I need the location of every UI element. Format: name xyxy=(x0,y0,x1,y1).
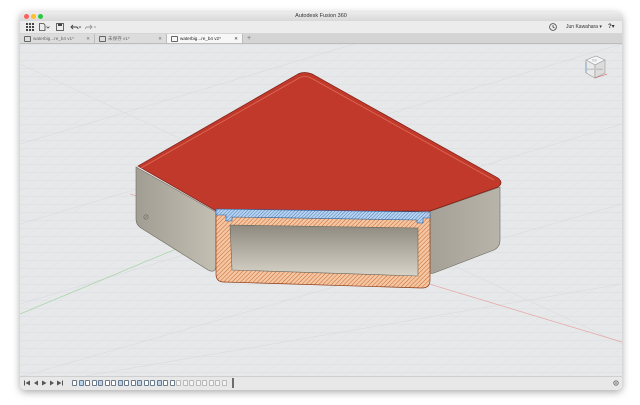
zoom-window-button[interactable] xyxy=(38,14,43,19)
step-forward-icon[interactable] xyxy=(49,380,55,386)
tab-document-2[interactable]: 未保存 v1* ✕ xyxy=(95,34,167,43)
step-back-icon[interactable] xyxy=(33,380,39,386)
timeline-feature-plane[interactable] xyxy=(208,380,214,386)
timeline-feature-plane[interactable] xyxy=(176,380,181,386)
tab-close-icon[interactable]: ✕ xyxy=(234,34,238,43)
skip-back-icon[interactable] xyxy=(24,380,30,386)
tab-document-1[interactable]: waterbig...re_b4 v1* ✕ xyxy=(20,34,95,43)
main-toolbar: Jun Kawahara ▾ ?▾ xyxy=(20,21,622,34)
view-cube-front-label[interactable]: FRONT xyxy=(587,69,595,71)
tab-close-icon[interactable]: ✕ xyxy=(158,34,162,43)
tab-close-icon[interactable]: ✕ xyxy=(86,34,90,43)
minimize-window-button[interactable] xyxy=(31,14,36,19)
document-icon xyxy=(24,35,31,42)
timeline-feature-extrude[interactable] xyxy=(111,380,116,386)
canvas-viewport[interactable]: TOP FRONT RIGHT xyxy=(20,44,622,377)
tab-label: 未保存 v1* xyxy=(108,36,130,41)
timeline-bar xyxy=(20,376,622,390)
timeline-feature-extrude[interactable] xyxy=(130,380,136,386)
document-icon xyxy=(99,35,106,42)
timeline-feature-plane[interactable] xyxy=(195,380,201,386)
job-status-button[interactable] xyxy=(549,23,557,31)
document-icon xyxy=(171,35,178,42)
save-icon xyxy=(56,23,64,31)
timeline-feature-fillet[interactable] xyxy=(98,380,103,386)
timeline-marker[interactable] xyxy=(232,378,234,388)
title-bar: Autodesk Fusion 360 xyxy=(20,12,622,21)
timeline-feature-plane[interactable] xyxy=(202,380,207,386)
help-menu[interactable]: ?▾ xyxy=(608,23,615,31)
section-cavity xyxy=(229,224,419,277)
tab-label: waterbig...re_b4 v2* xyxy=(180,36,221,41)
timeline-settings-gear-icon[interactable] xyxy=(613,380,619,386)
save-button[interactable] xyxy=(56,23,64,31)
app-title: Autodesk Fusion 360 xyxy=(295,13,347,19)
timeline-feature-sketch[interactable] xyxy=(72,380,77,386)
timeline-feature-plane[interactable] xyxy=(215,380,220,386)
timeline-feature-sketch[interactable] xyxy=(85,380,90,386)
tab-document-3[interactable]: waterbig...re_b4 v2* ✕ xyxy=(167,34,243,43)
file-icon xyxy=(39,23,50,31)
redo-icon xyxy=(85,24,97,30)
close-window-button[interactable] xyxy=(24,14,29,19)
timeline-feature-plane[interactable] xyxy=(182,380,188,386)
redo-button[interactable] xyxy=(85,23,97,31)
model-canvas[interactable]: TOP FRONT RIGHT xyxy=(20,44,622,377)
tab-label: waterbig...re_b4 v1* xyxy=(33,36,74,41)
timeline-feature-plane[interactable] xyxy=(189,380,194,386)
timeline-feature-sketch[interactable] xyxy=(150,380,155,386)
view-cube-right-label[interactable]: RIGHT xyxy=(597,69,604,71)
skip-forward-icon[interactable] xyxy=(57,380,63,386)
grid-icon xyxy=(26,23,34,31)
undo-button[interactable] xyxy=(70,23,82,31)
new-tab-button[interactable]: + xyxy=(247,34,251,43)
file-menu-button[interactable] xyxy=(39,23,50,31)
undo-icon xyxy=(70,24,82,30)
view-cube-top-label[interactable]: TOP xyxy=(592,60,597,63)
user-account-menu[interactable]: Jun Kawahara ▾ xyxy=(566,23,602,31)
timeline-feature-plane[interactable] xyxy=(221,380,227,386)
timeline-feature-section[interactable] xyxy=(169,380,175,386)
timeline-feature-sketch[interactable] xyxy=(124,380,129,386)
play-icon[interactable] xyxy=(41,380,47,386)
document-tab-bar: waterbig...re_b4 v1* ✕ 未保存 v1* ✕ waterbi… xyxy=(20,34,622,44)
timeline-feature-chamfer[interactable] xyxy=(137,380,142,386)
timeline-feature-sketch[interactable] xyxy=(143,380,149,386)
timeline-feature-extrude[interactable] xyxy=(163,380,168,386)
timeline-feature-extrude[interactable] xyxy=(91,380,97,386)
timeline-feature-sketch[interactable] xyxy=(104,380,110,386)
timeline-feature-extrude[interactable] xyxy=(78,380,84,386)
timeline-feature-shell[interactable] xyxy=(117,380,123,386)
fusion-window: Autodesk Fusion 360 Jun Kawahara ▾ ?▾ wa… xyxy=(20,12,622,390)
clock-icon xyxy=(549,23,557,31)
timeline-feature-sketch[interactable] xyxy=(156,380,162,386)
data-panel-button[interactable] xyxy=(26,23,34,31)
